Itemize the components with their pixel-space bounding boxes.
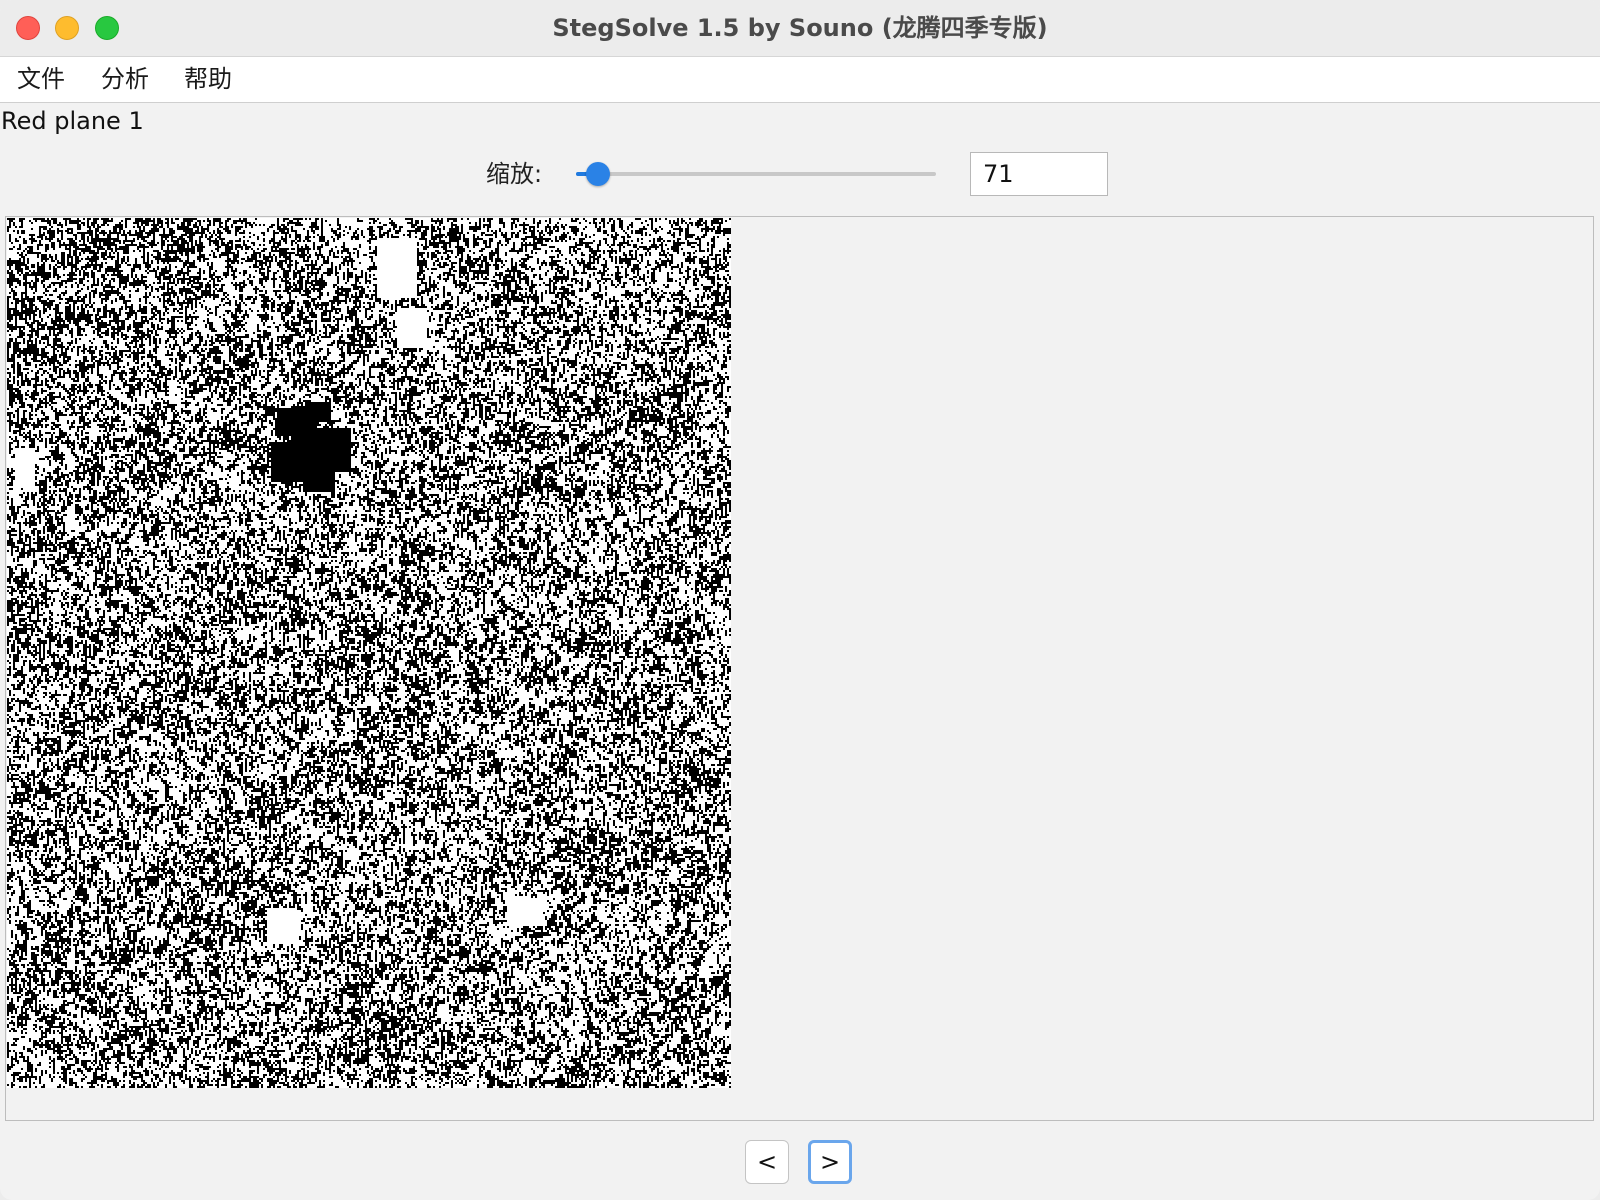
menu-bar: 文件 分析 帮助 — [0, 57, 1600, 103]
slider-thumb[interactable] — [585, 162, 610, 186]
slider-track — [576, 172, 936, 176]
menu-file[interactable]: 文件 — [17, 57, 65, 102]
image-viewer[interactable] — [5, 216, 1594, 1121]
title-bar[interactable]: StegSolve 1.5 by Souno (龙腾四季专版) — [0, 0, 1600, 57]
menu-analyse[interactable]: 分析 — [101, 57, 149, 102]
bit-plane-image — [7, 218, 731, 1088]
next-plane-button[interactable]: > — [808, 1140, 852, 1184]
zoom-value-field[interactable] — [970, 152, 1108, 196]
zoom-label: 缩放: — [486, 160, 543, 188]
stegsolve-window: StegSolve 1.5 by Souno (龙腾四季专版) 文件 分析 帮助… — [0, 0, 1600, 1200]
menu-help[interactable]: 帮助 — [184, 57, 232, 102]
window-title: StegSolve 1.5 by Souno (龙腾四季专版) — [552, 14, 1048, 42]
previous-plane-button[interactable]: < — [745, 1140, 789, 1184]
zoom-slider[interactable] — [576, 158, 936, 190]
plane-label: Red plane 1 — [1, 107, 144, 135]
